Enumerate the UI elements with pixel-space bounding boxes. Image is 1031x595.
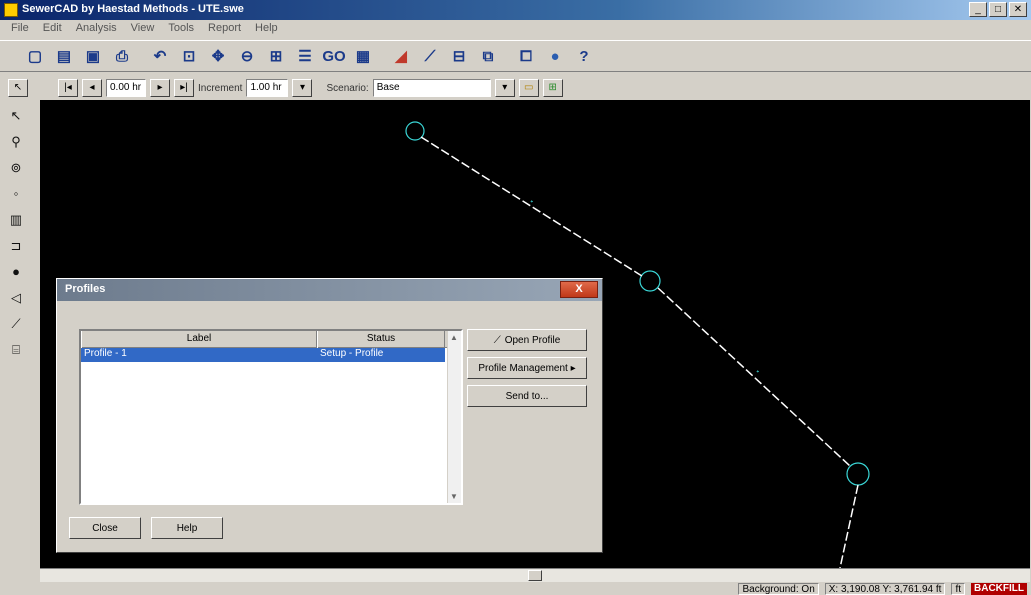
new-icon[interactable]: ▢ — [22, 44, 48, 68]
wet-well-icon[interactable]: ◦ — [5, 184, 27, 204]
profile-status: Setup - Profile — [320, 348, 384, 359]
time-field[interactable]: 0.00 hr — [106, 79, 146, 97]
pipe-link-3[interactable] — [839, 484, 859, 568]
manhole-icon[interactable]: ⚲ — [5, 132, 27, 152]
profiles-list[interactable]: Label Status Profile - 1 Setup - Profile… — [79, 329, 463, 505]
zoom-extents-icon[interactable]: ⊞ — [263, 44, 289, 68]
junction-icon[interactable]: ▥ — [5, 210, 27, 230]
profiles-dialog: Profiles X Label Status Profile - 1 Setu… — [56, 278, 603, 553]
scenario-folder-icon[interactable]: ▭ — [518, 79, 539, 97]
list-header: Label Status — [81, 331, 461, 348]
menu-edit[interactable]: Edit — [36, 20, 69, 38]
menu-file[interactable]: File — [4, 20, 36, 38]
zoom-window-icon[interactable]: ⊡ — [176, 44, 202, 68]
menu-tools[interactable]: Tools — [161, 20, 201, 38]
open-profile-label: Open Profile — [504, 334, 561, 346]
background-status: Background: On — [738, 582, 819, 595]
dialog-bottom-buttons: Close Help — [69, 517, 223, 539]
manhole-node-3[interactable] — [846, 462, 870, 486]
outlet-icon[interactable]: ⊐ — [5, 236, 27, 256]
list-item[interactable]: Profile - 1 Setup - Profile — [81, 348, 445, 362]
backfill-badge: BACKFILL — [971, 582, 1027, 595]
next-step-icon[interactable]: ▸ — [150, 79, 170, 97]
first-step-icon[interactable]: |◂ — [58, 79, 78, 97]
pipe-link-2[interactable] — [657, 287, 851, 467]
pump-icon[interactable]: ⊚ — [5, 158, 27, 178]
report-icon[interactable]: ☰ — [292, 44, 318, 68]
title-bar: SewerCAD by Haestad Methods - UTE.swe _ … — [0, 0, 1031, 20]
print-icon[interactable]: ⎙ — [109, 44, 135, 68]
menu-analysis[interactable]: Analysis — [69, 20, 124, 38]
undo-icon[interactable]: ↶ — [147, 44, 173, 68]
list-scrollbar[interactable]: ▲ ▼ — [447, 331, 461, 503]
close-button[interactable]: ✕ — [1009, 2, 1027, 17]
triangle-icon[interactable]: ◁ — [5, 288, 27, 308]
main-toolbar: ▢ ▤ ▣ ⎙ ↶ ⊡ ✥ ⊖ ⊞ ☰ GO ▦ ◢ ⟋ ⊟ ⧉ ⧠ ● ? — [0, 40, 1031, 72]
node-icon[interactable]: ● — [5, 262, 27, 282]
pipe-label-1: ᐩ — [530, 199, 534, 209]
scroll-thumb[interactable] — [528, 570, 542, 581]
profile-management-button[interactable]: Profile Management ▸ — [467, 357, 587, 379]
dialog-close-button[interactable]: X — [560, 281, 598, 298]
dialog-title: Profiles — [57, 279, 602, 301]
profile-graph-icon: ⟋ — [493, 334, 501, 346]
flex-tables-icon[interactable]: ⧉ — [475, 44, 501, 68]
increment-field[interactable]: 1.00 hr — [246, 79, 289, 97]
scroll-down-icon[interactable]: ▼ — [450, 492, 458, 501]
help-icon[interactable]: ? — [571, 44, 597, 68]
close-dialog-button[interactable]: Close — [69, 517, 141, 539]
color-code-icon[interactable]: ◢ — [388, 44, 414, 68]
window-controls: _ □ ✕ — [969, 2, 1027, 17]
scenario-dropdown-icon[interactable]: ▾ — [494, 79, 515, 97]
open-profile-button[interactable]: ⟋ Open Profile — [467, 329, 587, 351]
window-title: SewerCAD by Haestad Methods - UTE.swe — [22, 3, 244, 15]
coordinates-readout: X: 3,190.08 Y: 3,761.94 ft — [824, 582, 946, 595]
global-edit-icon[interactable]: ⧠ — [513, 44, 539, 68]
left-tool-palette: ↖ ⚲ ⊚ ◦ ▥ ⊐ ● ◁ ⟋ ⌸ — [2, 100, 30, 570]
layout-icon[interactable]: ⌸ — [5, 340, 27, 360]
menu-help[interactable]: Help — [248, 20, 285, 38]
annotation-icon[interactable]: ⊟ — [446, 44, 472, 68]
pipe-label-2: ᐩ — [756, 369, 760, 379]
open-icon[interactable]: ▤ — [51, 44, 77, 68]
scenario-manager-icon[interactable]: ⊞ — [542, 79, 563, 97]
help-button[interactable]: Help — [151, 517, 223, 539]
save-icon[interactable]: ▣ — [80, 44, 106, 68]
menu-report[interactable]: Report — [201, 20, 248, 38]
pipe-icon[interactable]: ⟋ — [5, 314, 27, 334]
send-to-button[interactable]: Send to... — [467, 385, 587, 407]
column-label[interactable]: Label — [81, 331, 317, 348]
go-icon[interactable]: GO — [321, 44, 347, 68]
calendar-icon[interactable]: ▦ — [350, 44, 376, 68]
profile-icon[interactable]: ⟋ — [417, 44, 443, 68]
select-icon[interactable]: ↖ — [5, 106, 27, 126]
maximize-button[interactable]: □ — [989, 2, 1007, 17]
profile-label: Profile - 1 — [84, 348, 127, 359]
sewercad-window: SewerCAD by Haestad Methods - UTE.swe _ … — [0, 0, 1031, 595]
scenario-label: Scenario: — [326, 82, 369, 94]
manhole-node-2[interactable] — [639, 270, 661, 292]
unit-readout: ft — [951, 582, 965, 595]
status-bar: Background: On X: 3,190.08 Y: 3,761.94 f… — [0, 582, 1031, 595]
increment-dropdown-icon[interactable]: ▾ — [292, 79, 313, 97]
minimize-button[interactable]: _ — [969, 2, 987, 17]
select-mode-icon[interactable]: ↖ — [8, 79, 28, 97]
last-step-icon[interactable]: ▸| — [174, 79, 194, 97]
dialog-side-buttons: ⟋ Open Profile Profile Management ▸ Send… — [467, 329, 587, 407]
time-toolbar: ↖ |◂ ◂ 0.00 hr ▸ ▸| Increment 1.00 hr ▾ … — [0, 76, 1031, 100]
zoom-previous-icon[interactable]: ⊖ — [234, 44, 260, 68]
prev-step-icon[interactable]: ◂ — [82, 79, 102, 97]
menu-view[interactable]: View — [124, 20, 162, 38]
app-icon — [4, 3, 18, 17]
pan-icon[interactable]: ✥ — [205, 44, 231, 68]
scenario-select[interactable]: Base — [372, 79, 491, 97]
scroll-up-icon[interactable]: ▲ — [450, 333, 458, 342]
column-status[interactable]: Status — [317, 331, 445, 348]
globe-icon[interactable]: ● — [542, 44, 568, 68]
menu-bar: File Edit Analysis View Tools Report Hel… — [0, 20, 1031, 38]
increment-label: Increment — [198, 82, 243, 94]
horizontal-scrollbar[interactable] — [40, 568, 1030, 582]
